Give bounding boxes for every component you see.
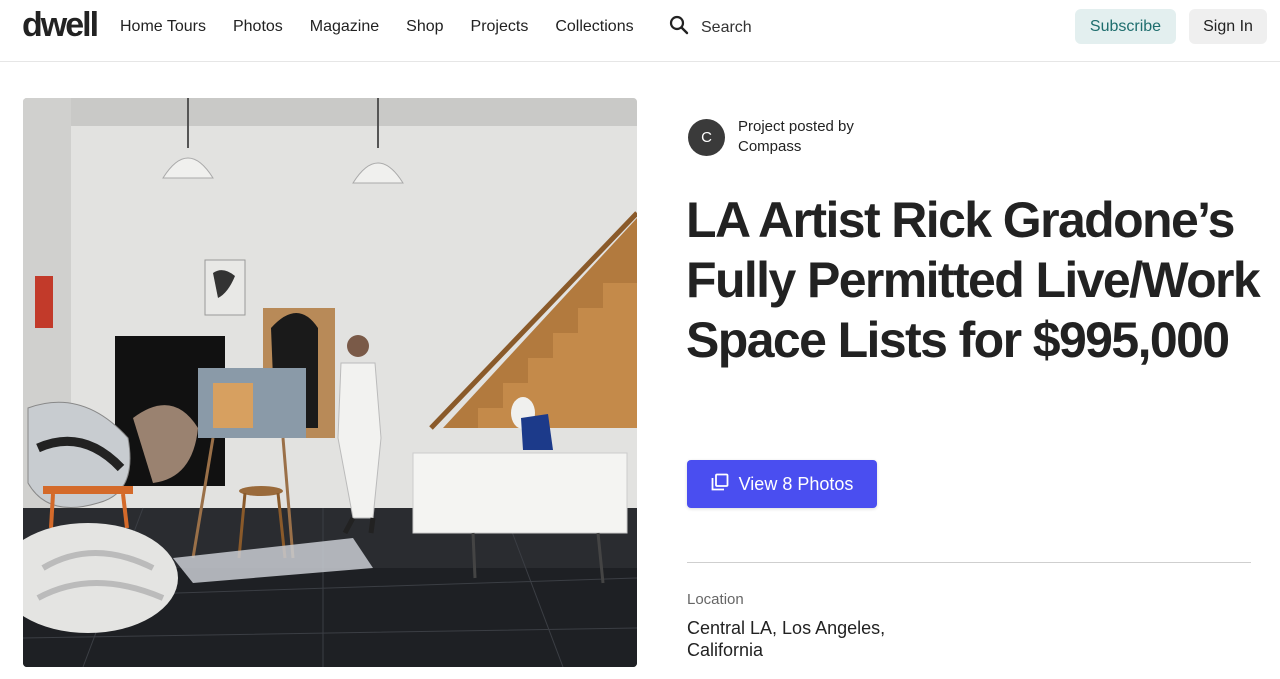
project-poster: C Project posted by Compass xyxy=(688,117,854,157)
search-button[interactable]: Search xyxy=(669,15,752,40)
avatar[interactable]: C xyxy=(688,118,725,156)
poster-prefix: Project posted by xyxy=(738,118,854,135)
gallery-icon xyxy=(711,473,739,496)
nav-magazine[interactable]: Magazine xyxy=(310,17,379,37)
divider xyxy=(687,562,1251,563)
nav-shop[interactable]: Shop xyxy=(406,17,443,37)
view-photos-label: View 8 Photos xyxy=(738,473,854,494)
hero-photo[interactable] xyxy=(23,98,637,667)
subscribe-button[interactable]: Subscribe xyxy=(1075,9,1176,44)
article-title: LA Artist Rick Gradone’s Fully Permitted… xyxy=(686,192,1261,368)
search-icon xyxy=(669,15,689,40)
location-label: Location xyxy=(687,591,744,608)
nav-photos[interactable]: Photos xyxy=(233,17,283,37)
poster-name-link[interactable]: Compass xyxy=(738,137,854,157)
nav-home-tours[interactable]: Home Tours xyxy=(120,17,206,37)
location-value: Central LA, Los Angeles, California xyxy=(687,618,886,660)
view-photos-button[interactable]: View 8 Photos xyxy=(687,460,877,508)
sign-in-button[interactable]: Sign In xyxy=(1189,9,1267,44)
dwell-logo[interactable]: dwell xyxy=(22,6,99,45)
nav-collections[interactable]: Collections xyxy=(555,17,633,37)
poster-text: Project posted by Compass xyxy=(738,117,854,157)
site-header: dwell Home Tours Photos Magazine Shop Pr… xyxy=(0,0,1280,62)
main-nav: Home Tours Photos Magazine Shop Projects… xyxy=(120,17,661,37)
search-label: Search xyxy=(701,18,752,36)
nav-projects[interactable]: Projects xyxy=(471,17,529,37)
